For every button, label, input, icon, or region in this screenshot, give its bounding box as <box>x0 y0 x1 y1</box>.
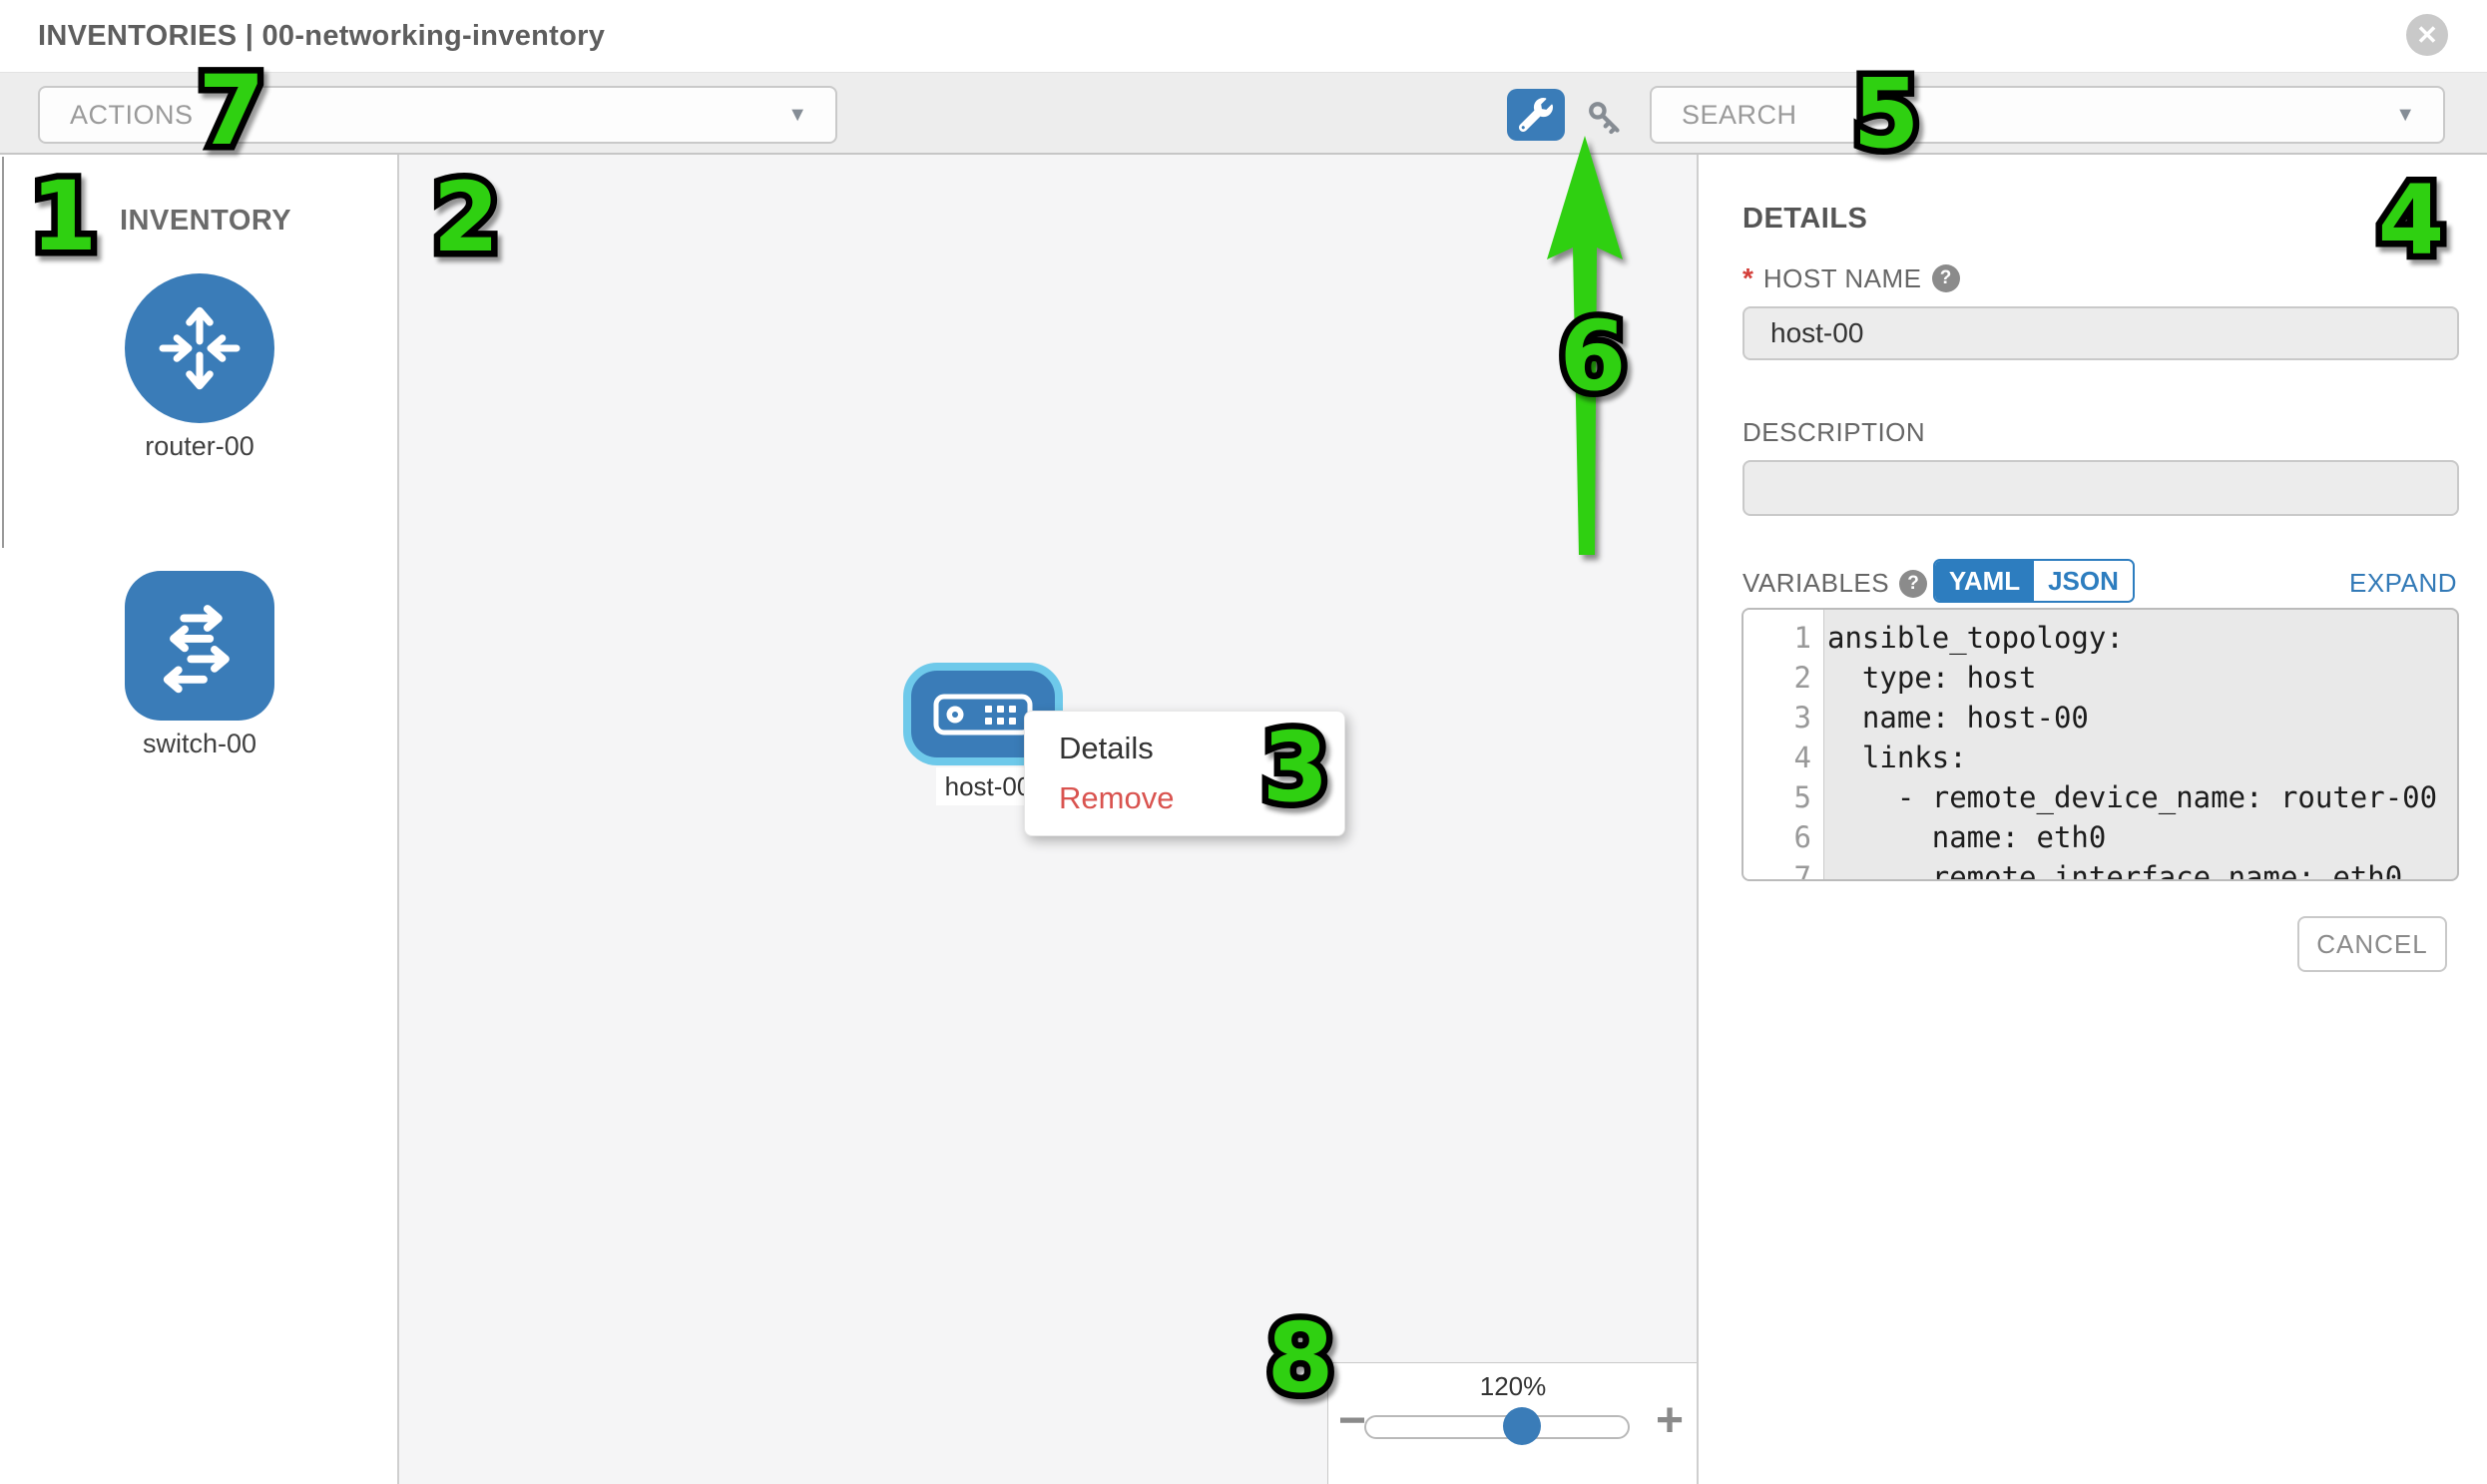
zoom-control: 120% − + <box>1327 1362 1699 1484</box>
actions-dropdown[interactable]: ACTIONS ▼ <box>38 86 837 144</box>
help-icon[interactable]: ? <box>1899 570 1927 598</box>
code-line: 2 type: host <box>1743 658 2457 698</box>
tools-button[interactable] <box>1507 89 1565 141</box>
search-dropdown[interactable]: SEARCH ▼ <box>1650 86 2445 144</box>
code-line-number: 5 <box>1743 777 1811 817</box>
menu-item-details[interactable]: Details <box>1059 724 1344 773</box>
code-line: 3 name: host-00 <box>1743 698 2457 738</box>
code-line-number: 7 <box>1743 857 1811 881</box>
page-title: INVENTORIES | 00-networking-inventory <box>38 20 605 53</box>
header-bar: INVENTORIES | 00-networking-inventory ✕ <box>0 0 2487 72</box>
chevron-down-icon: ▼ <box>2395 104 2415 127</box>
inventory-topology-window: INVENTORIES | 00-networking-inventory ✕ … <box>0 0 2487 1484</box>
topology-canvas[interactable]: host-00 Details Remove 120% − + <box>399 155 1697 1484</box>
code-line-text: links: <box>1811 738 1967 777</box>
details-panel: DETAILS * HOST NAME ? DESCRIPTION VARIAB… <box>1697 155 2487 1484</box>
variables-format-toggle: YAML JSON <box>1933 559 2135 603</box>
switch-label: switch-00 <box>100 729 299 759</box>
switch-icon <box>125 571 274 721</box>
wrench-icon <box>1519 98 1553 132</box>
node-context-menu: Details Remove <box>1024 711 1345 836</box>
variables-label-row: VARIABLES ? <box>1742 568 1927 599</box>
description-label-row: DESCRIPTION <box>1742 417 1925 448</box>
zoom-out-button[interactable]: − <box>1338 1393 1366 1448</box>
host-name-field[interactable] <box>1742 306 2459 360</box>
sidebar-edge-line <box>2 157 4 548</box>
code-line-number: 6 <box>1743 817 1811 857</box>
code-line-text: remote_interface_name: eth0 <box>1811 857 2402 881</box>
toolbar: ACTIONS ▼ <box>0 72 2487 155</box>
code-line: 7 remote_interface_name: eth0 <box>1743 857 2457 881</box>
code-line: 6 name: eth0 <box>1743 817 2457 857</box>
sidebar-item-switch[interactable]: switch-00 <box>100 571 299 759</box>
inventory-sidebar: INVENTORY router-00 <box>0 155 399 1484</box>
zoom-slider-track[interactable] <box>1364 1415 1630 1439</box>
help-icon[interactable]: ? <box>1932 264 1960 292</box>
router-label: router-00 <box>100 431 299 462</box>
variables-label: VARIABLES <box>1742 568 1889 599</box>
router-icon <box>125 273 274 423</box>
code-line-number: 4 <box>1743 738 1811 777</box>
description-field[interactable] <box>1742 460 2459 516</box>
host-icon <box>933 694 1033 736</box>
tab-json[interactable]: JSON <box>2034 561 2133 601</box>
cancel-button[interactable]: CANCEL <box>2297 916 2447 972</box>
key-button[interactable] <box>1583 98 1627 138</box>
description-label: DESCRIPTION <box>1742 417 1925 448</box>
host-name-label: HOST NAME <box>1763 263 1922 294</box>
code-line-number: 3 <box>1743 698 1811 738</box>
code-line-number: 1 <box>1743 618 1811 658</box>
code-line-number: 2 <box>1743 658 1811 698</box>
variables-code-editor[interactable]: 1ansible_topology:2 type: host3 name: ho… <box>1741 608 2459 881</box>
sidebar-title: INVENTORY <box>120 205 291 238</box>
required-asterisk: * <box>1742 262 1753 294</box>
details-title: DETAILS <box>1742 203 1867 236</box>
close-icon[interactable]: ✕ <box>2406 14 2448 56</box>
sidebar-item-router[interactable]: router-00 <box>100 273 299 462</box>
code-line-text: name: eth0 <box>1811 817 2106 857</box>
zoom-in-button[interactable]: + <box>1656 1393 1684 1448</box>
tab-yaml[interactable]: YAML <box>1935 561 2034 601</box>
code-line: 4 links: <box>1743 738 2457 777</box>
actions-dropdown-label: ACTIONS <box>70 100 194 131</box>
key-icon <box>1584 99 1626 137</box>
code-line-text: - remote_device_name: router-00 <box>1811 777 2437 817</box>
code-line: 1ansible_topology: <box>1743 618 2457 658</box>
search-dropdown-label: SEARCH <box>1682 100 1797 131</box>
chevron-down-icon: ▼ <box>787 104 807 127</box>
zoom-slider-handle[interactable] <box>1503 1407 1541 1445</box>
code-line-text: ansible_topology: <box>1811 618 2124 658</box>
code-line-text: name: host-00 <box>1811 698 2089 738</box>
zoom-level-value: 120% <box>1328 1371 1698 1402</box>
host-name-label-row: * HOST NAME ? <box>1742 262 1960 294</box>
menu-item-remove[interactable]: Remove <box>1059 773 1344 823</box>
expand-link[interactable]: EXPAND <box>2349 568 2457 599</box>
code-line-text: type: host <box>1811 658 2037 698</box>
code-lines: 1ansible_topology:2 type: host3 name: ho… <box>1743 618 2457 881</box>
code-line: 5 - remote_device_name: router-00 <box>1743 777 2457 817</box>
